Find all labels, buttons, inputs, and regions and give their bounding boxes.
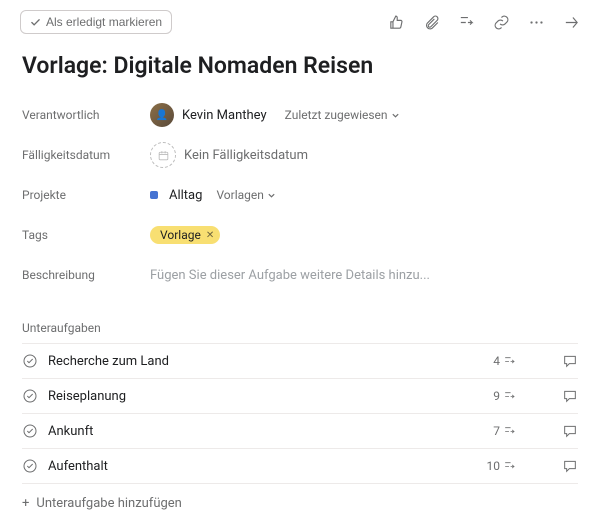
subtask-name: Aufenthalt bbox=[48, 459, 477, 474]
due-date-value[interactable]: Kein Fälligkeitsdatum bbox=[150, 142, 308, 168]
plus-icon: + bbox=[22, 496, 29, 511]
add-subtask-label: Unteraufgabe hinzufügen bbox=[36, 496, 181, 511]
subtask-row[interactable]: Aufenthalt 10 bbox=[22, 448, 578, 484]
avatar: 👤 bbox=[150, 103, 174, 127]
project-column-dropdown[interactable]: Vorlagen bbox=[216, 188, 275, 202]
subtask-row[interactable]: Ankunft 7 bbox=[22, 413, 578, 448]
subtask-row[interactable]: Recherche zum Land 4 bbox=[22, 343, 578, 378]
check-circle-icon[interactable] bbox=[22, 388, 38, 404]
subtask-name: Recherche zum Land bbox=[48, 354, 483, 369]
chevron-down-icon bbox=[267, 191, 276, 200]
comment-icon[interactable] bbox=[562, 458, 578, 474]
subtask-icon[interactable] bbox=[458, 14, 475, 31]
collapse-icon[interactable] bbox=[563, 14, 580, 31]
subtask-count[interactable]: 9 bbox=[493, 389, 516, 403]
check-icon bbox=[30, 17, 41, 28]
subtask-name: Ankunft bbox=[48, 424, 483, 439]
assignee-name: Kevin Manthey bbox=[182, 108, 267, 123]
tags-label: Tags bbox=[22, 228, 150, 242]
projects-row: Projekte Alltag Vorlagen bbox=[22, 175, 578, 215]
description-label: Beschreibung bbox=[22, 268, 150, 282]
more-icon[interactable] bbox=[528, 14, 545, 31]
tag-pill[interactable]: Vorlage ✕ bbox=[150, 226, 220, 244]
task-title[interactable]: Vorlage: Digitale Nomaden Reisen bbox=[0, 40, 600, 95]
check-circle-icon[interactable] bbox=[22, 353, 38, 369]
chevron-down-icon bbox=[391, 111, 400, 120]
comment-icon[interactable] bbox=[562, 388, 578, 404]
link-icon[interactable] bbox=[493, 14, 510, 31]
due-date-row: Fälligkeitsdatum Kein Fälligkeitsdatum bbox=[22, 135, 578, 175]
tags-row: Tags Vorlage ✕ bbox=[22, 215, 578, 255]
subtask-name: Reiseplanung bbox=[48, 389, 483, 404]
due-date-label: Fälligkeitsdatum bbox=[22, 148, 150, 162]
comment-icon[interactable] bbox=[562, 423, 578, 439]
project-chip[interactable]: Alltag bbox=[150, 188, 202, 203]
projects-label: Projekte bbox=[22, 188, 150, 202]
recently-assigned-link[interactable]: Zuletzt zugewiesen bbox=[285, 108, 400, 122]
subtasks-heading: Unteraufgaben bbox=[22, 321, 578, 343]
thumbs-up-icon[interactable] bbox=[388, 14, 405, 31]
subtask-count[interactable]: 4 bbox=[493, 354, 516, 368]
toolbar-actions bbox=[388, 14, 580, 31]
calendar-icon bbox=[150, 142, 176, 168]
subtask-count[interactable]: 7 bbox=[493, 424, 516, 438]
tag-text: Vorlage bbox=[160, 228, 201, 242]
subtask-row[interactable]: Reiseplanung 9 bbox=[22, 378, 578, 413]
add-subtask-button[interactable]: + Unteraufgabe hinzufügen bbox=[22, 484, 578, 523]
attachment-icon[interactable] bbox=[423, 14, 440, 31]
description-field[interactable]: Fügen Sie dieser Aufgabe weitere Details… bbox=[150, 268, 430, 283]
description-row: Beschreibung Fügen Sie dieser Aufgabe we… bbox=[22, 255, 578, 295]
subtask-count[interactable]: 10 bbox=[487, 459, 517, 473]
assignee-value[interactable]: 👤 Kevin Manthey bbox=[150, 103, 267, 127]
tag-remove-icon[interactable]: ✕ bbox=[206, 230, 214, 241]
check-circle-icon[interactable] bbox=[22, 423, 38, 439]
mark-complete-button[interactable]: Als erledigt markieren bbox=[20, 10, 172, 34]
check-circle-icon[interactable] bbox=[22, 458, 38, 474]
mark-complete-label: Als erledigt markieren bbox=[46, 15, 162, 29]
assignee-row: Verantwortlich 👤 Kevin Manthey Zuletzt z… bbox=[22, 95, 578, 135]
assignee-label: Verantwortlich bbox=[22, 108, 150, 122]
comment-icon[interactable] bbox=[562, 353, 578, 369]
project-color-dot bbox=[150, 191, 158, 199]
project-name: Alltag bbox=[169, 188, 202, 203]
